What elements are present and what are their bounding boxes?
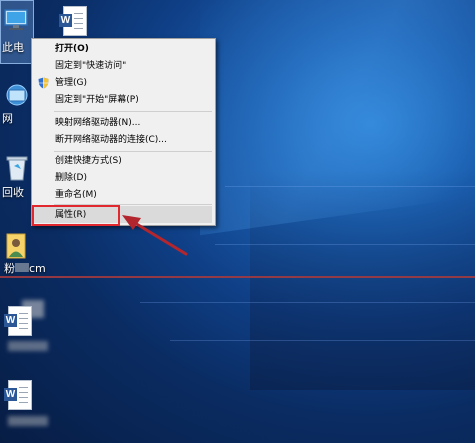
menu-item-open[interactable]: 打开(O) <box>32 41 215 57</box>
menu-item-map-network-drive[interactable]: 映射网络驱动器(N)... <box>32 115 215 131</box>
highlight-box <box>32 205 120 226</box>
user-file-icon-item[interactable]: 粉 cm <box>4 232 54 275</box>
network-icon-item[interactable]: 网 <box>0 84 34 125</box>
word-document-icon: W <box>4 306 32 336</box>
shield-icon <box>38 77 49 89</box>
word-document-icon: W <box>4 380 32 410</box>
menu-separator <box>54 111 212 112</box>
blurred-label <box>8 341 48 351</box>
wallpaper-stripe <box>225 186 475 187</box>
context-menu: 打开(O) 固定到"快速访问" 管理(G) 固定到"开始"屏幕(P) 映射网络驱… <box>31 38 216 226</box>
wallpaper-stripe <box>170 340 475 341</box>
this-pc-icon-item[interactable]: 此电 <box>0 0 34 64</box>
menu-item-delete[interactable]: 删除(D) <box>32 170 215 186</box>
horizontal-rule <box>0 276 475 278</box>
menu-item-pin-quick-access[interactable]: 固定到"快速访问" <box>32 58 215 74</box>
blurred-label <box>8 416 48 426</box>
menu-item-manage[interactable]: 管理(G) <box>32 75 215 91</box>
user-file-icon <box>6 233 26 259</box>
wallpaper-light <box>200 0 475 236</box>
this-pc-label: 此电 <box>2 41 24 54</box>
network-icon <box>6 84 28 106</box>
wallpaper-stripe <box>140 302 475 303</box>
wallpaper-shadow <box>250 170 475 390</box>
word-document-icon-item[interactable]: W <box>4 380 48 426</box>
wallpaper-stripe <box>215 244 475 245</box>
computer-icon <box>4 9 28 30</box>
network-label: 网 <box>2 112 13 125</box>
word-document-icon-item[interactable]: W <box>59 6 90 39</box>
recycle-bin-icon-item[interactable]: 回收 <box>0 154 34 199</box>
menu-separator <box>54 151 212 152</box>
menu-item-manage-label: 管理(G) <box>55 78 87 88</box>
word-document-icon: W <box>59 6 87 36</box>
recycle-bin-label: 回收 <box>2 186 24 199</box>
user-file-label: 粉 <box>4 262 15 275</box>
menu-item-pin-start[interactable]: 固定到"开始"屏幕(P) <box>32 92 215 108</box>
menu-item-disconnect-network-drive[interactable]: 断开网络驱动器的连接(C)... <box>32 132 215 148</box>
recycle-bin-icon <box>6 156 28 181</box>
desktop: 此电 W 网 回收 粉 cm W W 打开(O) 固定到"快速访问" 管理(G)… <box>0 0 475 443</box>
menu-item-create-shortcut[interactable]: 创建快捷方式(S) <box>32 153 215 169</box>
word-document-icon-item[interactable]: W <box>4 300 48 351</box>
user-file-label-suffix: cm <box>29 262 46 275</box>
menu-item-rename[interactable]: 重命名(M) <box>32 187 215 203</box>
